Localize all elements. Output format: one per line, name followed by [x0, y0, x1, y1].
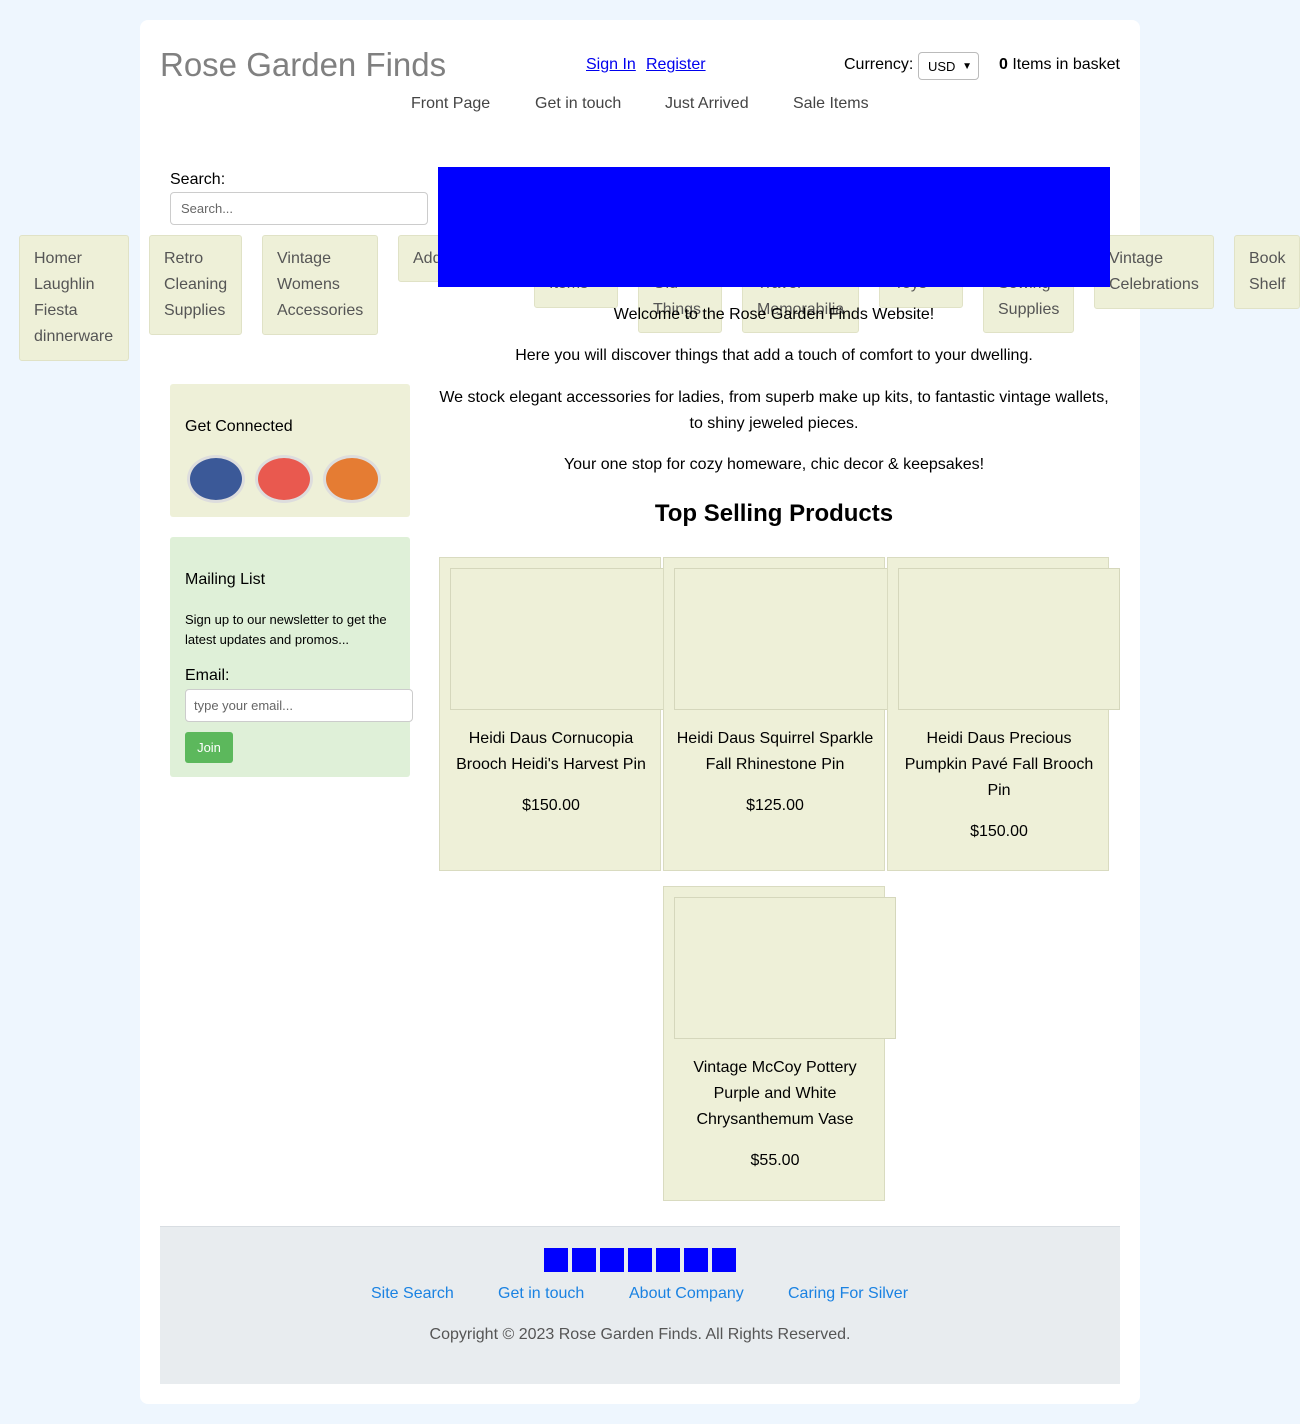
- category-retro-cleaning[interactable]: Retro Cleaning Supplies: [149, 235, 242, 335]
- product-card[interactable]: Heidi Daus Cornucopia Brooch Heidi's Har…: [439, 557, 672, 871]
- footer-social-icon[interactable]: [572, 1248, 596, 1272]
- register-link[interactable]: Register: [646, 56, 706, 74]
- category-book-shelf[interactable]: Book Shelf: [1234, 235, 1300, 309]
- mailing-list-title: Mailing List: [185, 571, 266, 588]
- search-input[interactable]: Search...: [170, 192, 428, 225]
- welcome-text-1: Here you will discover things that add a…: [515, 347, 1033, 364]
- email-input[interactable]: type your email...: [185, 689, 413, 722]
- product-image[interactable]: [674, 897, 896, 1039]
- get-connected-title: Get Connected: [185, 418, 293, 435]
- product-price: $55.00: [750, 1152, 800, 1169]
- product-name[interactable]: Heidi Daus Squirrel Sparkle Fall Rhinest…: [670, 726, 880, 778]
- instagram-icon[interactable]: [323, 455, 381, 503]
- site-title[interactable]: Rose Garden Finds: [160, 46, 446, 84]
- product-price: $125.00: [746, 797, 804, 814]
- footer-social-icon[interactable]: [628, 1248, 652, 1272]
- product-image[interactable]: [450, 568, 672, 710]
- sign-in-link[interactable]: Sign In: [586, 56, 636, 74]
- basket-label: Items in basket: [1012, 56, 1120, 73]
- copyright: Copyright © 2023 Rose Garden Finds. All …: [429, 1326, 851, 1343]
- top-selling-title: Top Selling Products: [654, 500, 894, 527]
- nav-just-arrived[interactable]: Just Arrived: [665, 95, 749, 113]
- search-label: Search:: [170, 171, 226, 188]
- welcome-text-3: Your one stop for cozy homeware, chic de…: [563, 456, 985, 473]
- footer-social-icon[interactable]: [600, 1248, 624, 1272]
- product-card[interactable]: Heidi Daus Precious Pumpkin Pavé Fall Br…: [887, 557, 1120, 871]
- mailing-list-panel: Mailing List Sign up to our newsletter t…: [170, 537, 413, 777]
- footer-social-icon[interactable]: [656, 1248, 680, 1272]
- product-card[interactable]: Vintage McCoy Pottery Purple and White C…: [663, 886, 896, 1201]
- currency-label: Currency:: [844, 56, 914, 73]
- footer-link-site-search[interactable]: Site Search: [371, 1285, 454, 1303]
- product-name[interactable]: Heidi Daus Cornucopia Brooch Heidi's Har…: [446, 726, 656, 778]
- mailing-list-description: Sign up to our newsletter to get the lat…: [185, 612, 387, 647]
- basket-count: 0: [999, 56, 1008, 73]
- welcome-text-2: We stock elegant accessories for ladies,…: [439, 389, 1109, 432]
- footer-social-icon[interactable]: [684, 1248, 708, 1272]
- category-vintage-celebrations[interactable]: Vintage Celebrations: [1094, 235, 1214, 309]
- nav-front-page[interactable]: Front Page: [411, 95, 490, 113]
- product-image[interactable]: [674, 568, 896, 710]
- facebook-icon[interactable]: [187, 455, 245, 503]
- footer-link-get-in-touch[interactable]: Get in touch: [498, 1285, 584, 1303]
- welcome-heading: Welcome to the Rose Garden Finds Website…: [613, 306, 935, 323]
- email-label: Email:: [185, 667, 230, 684]
- nav-get-in-touch[interactable]: Get in touch: [535, 95, 621, 113]
- product-name[interactable]: Heidi Daus Precious Pumpkin Pavé Fall Br…: [894, 726, 1104, 804]
- category-homer-laughlin[interactable]: Homer Laughlin Fiesta dinnerware: [19, 235, 129, 361]
- currency-value: USD: [928, 58, 956, 74]
- chevron-down-icon: ▼: [962, 61, 972, 72]
- product-image[interactable]: [898, 568, 1120, 710]
- product-name[interactable]: Vintage McCoy Pottery Purple and White C…: [670, 1055, 880, 1133]
- basket-summary[interactable]: 0 Items in basket: [999, 56, 1120, 74]
- pinterest-icon[interactable]: [255, 455, 313, 503]
- footer-social-icon[interactable]: [712, 1248, 736, 1272]
- join-button[interactable]: Join: [185, 732, 233, 763]
- footer-link-caring-for-silver[interactable]: Caring For Silver: [788, 1285, 908, 1303]
- nav-sale-items[interactable]: Sale Items: [793, 95, 869, 113]
- get-connected-panel: Get Connected: [170, 384, 410, 517]
- footer-social-icon[interactable]: [544, 1248, 568, 1272]
- footer: Site Search Get in touch About Company C…: [160, 1226, 1120, 1384]
- product-price: $150.00: [970, 823, 1028, 840]
- product-price: $150.00: [522, 797, 580, 814]
- category-vintage-womens-accessories[interactable]: Vintage Womens Accessories: [262, 235, 378, 335]
- hero-banner: [438, 167, 1110, 287]
- product-card[interactable]: Heidi Daus Squirrel Sparkle Fall Rhinest…: [663, 557, 896, 871]
- currency-select[interactable]: USD ▼: [918, 52, 979, 80]
- footer-link-about-company[interactable]: About Company: [629, 1285, 744, 1303]
